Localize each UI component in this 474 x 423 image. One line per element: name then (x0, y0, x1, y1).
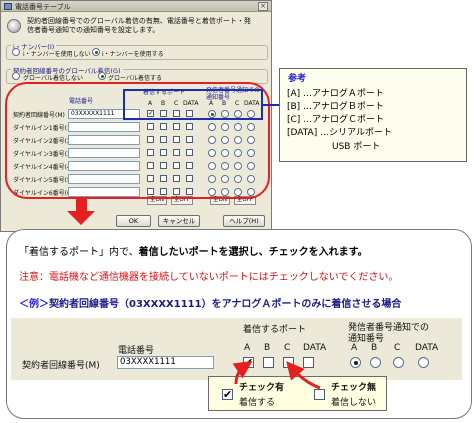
checked-pointer-arrow (232, 361, 253, 385)
unchecked-pointer-arrow (286, 361, 321, 390)
legend-pointer-arrows (232, 361, 321, 390)
